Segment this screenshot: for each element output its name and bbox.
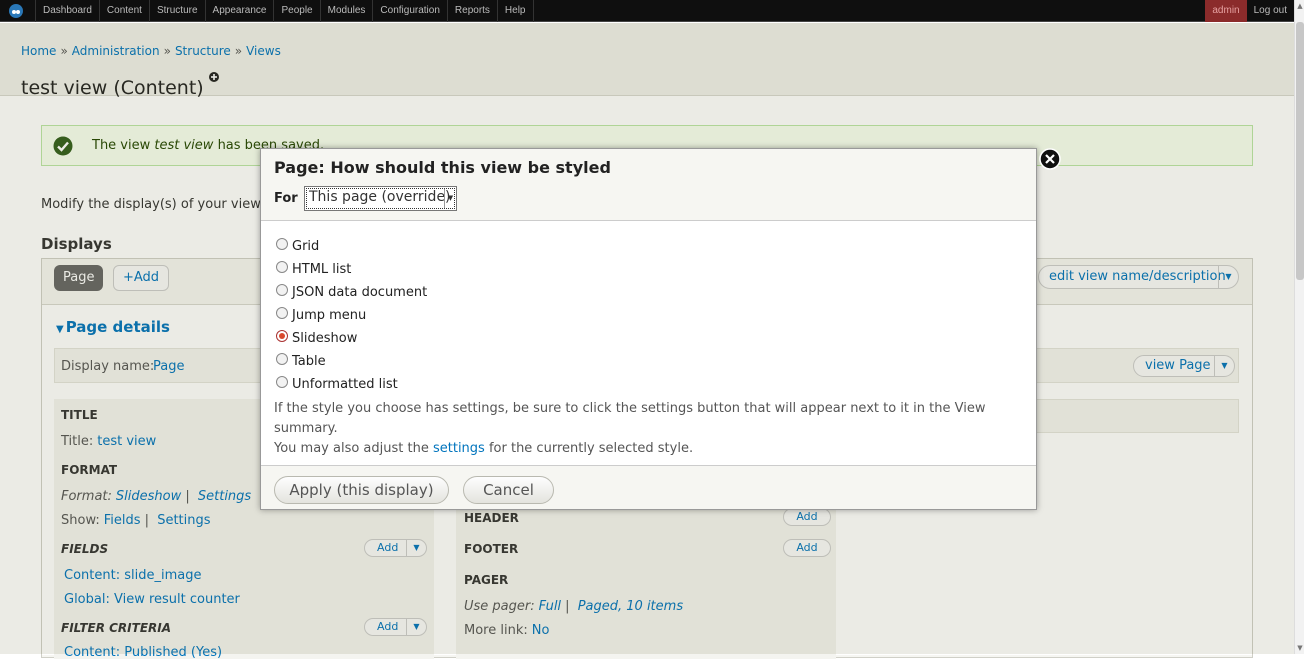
for-select-value: This page (override) <box>309 189 451 205</box>
option-label: Jump menu <box>292 308 367 323</box>
option-label: Grid <box>292 239 320 254</box>
toolbar-item-help[interactable]: Help <box>496 0 534 22</box>
help-line-1: If the style you choose has settings, be… <box>274 401 986 436</box>
radio-button[interactable] <box>276 353 288 365</box>
toolbar-item-modules[interactable]: Modules <box>319 0 373 22</box>
settings-link[interactable]: settings <box>433 441 485 456</box>
radio-button-selected[interactable] <box>276 330 288 342</box>
scrollbar-thumb[interactable] <box>1296 22 1304 280</box>
apply-button[interactable]: Apply (this display) <box>274 476 449 504</box>
close-icon[interactable] <box>1039 148 1061 170</box>
dialog-footer: Apply (this display) Cancel <box>261 465 1036 509</box>
toolbar-user-menu: admin Log out <box>1205 0 1294 22</box>
help-pre: You may also adjust the <box>274 441 433 456</box>
option-label: Slideshow <box>292 331 358 346</box>
dialog-help-text: If the style you choose has settings, be… <box>274 399 1024 459</box>
cancel-button[interactable]: Cancel <box>463 476 554 504</box>
radio-button[interactable] <box>276 261 288 273</box>
chevron-down-icon[interactable]: ▼ <box>444 189 456 208</box>
drupal-drop-icon[interactable] <box>7 3 25 19</box>
toolbar-item-appearance[interactable]: Appearance <box>204 0 274 22</box>
for-select[interactable]: This page (override) ▼ <box>304 186 457 211</box>
option-label: JSON data document <box>292 285 428 300</box>
admin-toolbar: Dashboard Content Structure Appearance P… <box>0 0 1294 22</box>
option-label: Unformatted list <box>292 377 398 392</box>
dialog-title: Page: How should this view be styled <box>274 158 611 177</box>
toolbar-user-link[interactable]: admin <box>1205 0 1247 22</box>
help-line-2: You may also adjust the settings for the… <box>274 439 1024 459</box>
dialog-header: Page: How should this view be styled For… <box>261 149 1036 221</box>
toolbar-item-people[interactable]: People <box>273 0 319 22</box>
radio-button[interactable] <box>276 238 288 250</box>
for-label: For <box>274 191 298 206</box>
toolbar-logout-link[interactable]: Log out <box>1247 0 1294 22</box>
radio-button[interactable] <box>276 307 288 319</box>
toolbar-item-content[interactable]: Content <box>98 0 149 22</box>
scroll-up-arrow-icon[interactable]: ▲ <box>1296 2 1304 10</box>
scroll-down-arrow-icon[interactable]: ▼ <box>1296 644 1304 652</box>
toolbar-item-configuration[interactable]: Configuration <box>372 0 446 22</box>
radio-button[interactable] <box>276 284 288 296</box>
style-dialog: Page: How should this view be styled For… <box>260 148 1061 510</box>
page-scrollbar[interactable]: ▲ ▼ <box>1294 0 1304 654</box>
toolbar-item-structure[interactable]: Structure <box>148 0 205 22</box>
option-label: HTML list <box>292 262 352 277</box>
radio-button[interactable] <box>276 376 288 388</box>
toolbar-item-dashboard[interactable]: Dashboard <box>35 0 99 22</box>
help-post: for the currently selected style. <box>484 441 694 456</box>
toolbar-item-reports[interactable]: Reports <box>446 0 497 22</box>
toolbar-menu: Dashboard Content Structure Appearance P… <box>35 0 534 22</box>
option-label: Table <box>292 354 326 369</box>
